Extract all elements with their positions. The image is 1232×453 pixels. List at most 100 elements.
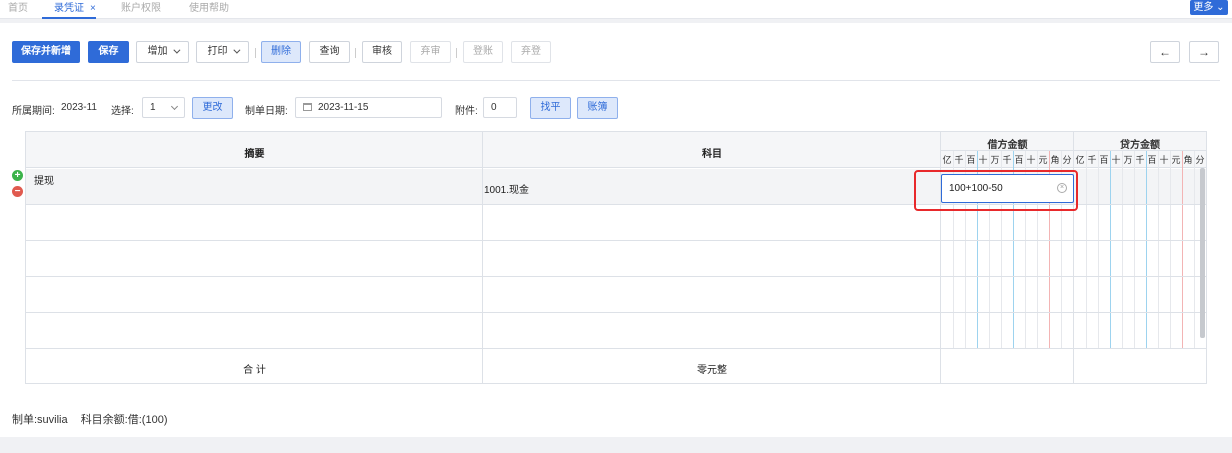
digit-label: 千 xyxy=(1087,155,1097,165)
post-button[interactable]: 登账 xyxy=(463,41,503,63)
digit-divider xyxy=(1134,151,1135,348)
digit-divider xyxy=(1182,151,1183,348)
voucher-footer: 制单:suvilia 科目余额:借:(100) xyxy=(12,411,177,427)
change-button[interactable]: 更改 xyxy=(192,97,233,119)
subject-balance: 科目余额:借:(100) xyxy=(80,414,168,426)
digit-divider xyxy=(1194,151,1195,348)
row-divider xyxy=(26,312,1206,313)
date-label: 制单日期: xyxy=(245,106,288,117)
digit-divider xyxy=(1086,151,1087,348)
query-button[interactable]: 查询 xyxy=(309,41,350,63)
digit-label: 角 xyxy=(1050,155,1060,165)
digit-label: 千 xyxy=(1135,155,1145,165)
digit-label: 千 xyxy=(954,155,964,165)
date-value: 2023-11-15 xyxy=(318,102,369,113)
digit-label: 百 xyxy=(1099,155,1109,165)
tab-help[interactable]: 使用帮助 xyxy=(189,0,229,19)
row-divider xyxy=(26,276,1206,277)
row-divider xyxy=(26,240,1206,241)
select-value: 1 xyxy=(150,102,156,113)
total-label: 合 计 xyxy=(243,365,266,376)
select-label: 选择: xyxy=(111,106,134,117)
audit-button[interactable]: 审核 xyxy=(362,41,402,63)
debit-amount-header: 借方金额 xyxy=(987,140,1028,151)
unpost-button[interactable]: 弃登 xyxy=(511,41,551,63)
digit-label: 十 xyxy=(978,155,988,165)
attachment-count-input[interactable]: 0 xyxy=(483,97,517,118)
digit-divider xyxy=(1146,151,1147,348)
digit-label: 亿 xyxy=(942,155,952,165)
toolbar-separator xyxy=(255,48,256,58)
toolbar-separator xyxy=(456,48,457,58)
tab-bar: 首页 录凭证 × 账户权限 使用帮助 更多 ⌄ xyxy=(0,0,1232,19)
attach-value: 0 xyxy=(491,102,497,113)
digit-label: 角 xyxy=(1183,155,1193,165)
row-subject[interactable]: 1001.现金 xyxy=(483,181,529,196)
digit-label: 元 xyxy=(1038,155,1048,165)
chevron-down-icon xyxy=(172,46,180,54)
tab-label: 账户权限 xyxy=(121,3,161,14)
more-button[interactable]: 更多 ⌄ xyxy=(1190,0,1228,15)
row-summary[interactable]: 提现 xyxy=(34,172,54,187)
digit-label: 分 xyxy=(1062,155,1072,165)
date-picker[interactable]: 2023-11-15 xyxy=(295,97,442,118)
attach-label: 附件: xyxy=(455,106,478,117)
tab-label: 使用帮助 xyxy=(189,3,229,14)
tab-label: 录凭证 xyxy=(54,3,84,14)
ledger-button[interactable]: 账簿 xyxy=(577,97,618,119)
tab-home[interactable]: 首页 xyxy=(8,0,28,19)
toolbar-separator xyxy=(355,48,356,58)
digit-divider xyxy=(1158,151,1159,348)
total-amount-words: 零元整 xyxy=(697,365,727,376)
toolbar-divider xyxy=(12,80,1220,81)
digit-label: 元 xyxy=(1171,155,1181,165)
save-button[interactable]: 保存 xyxy=(88,41,129,63)
voucher-table: 摘要 科目 借方金额 贷方金额 亿 千 百 十 万 千 百 十 元 角 分 亿 … xyxy=(25,131,1207,384)
digit-label: 百 xyxy=(1147,155,1157,165)
bottom-bar xyxy=(0,437,1232,453)
digit-label: 千 xyxy=(1002,155,1012,165)
chevron-down-icon xyxy=(232,46,240,54)
digit-divider xyxy=(1098,151,1099,348)
column-divider xyxy=(482,132,483,383)
print-label: 打印 xyxy=(207,46,228,57)
row-divider xyxy=(26,348,1206,349)
find-balance-button[interactable]: 找平 xyxy=(530,97,571,119)
tab-account-permissions[interactable]: 账户权限 xyxy=(121,0,161,19)
calendar-icon xyxy=(303,103,312,111)
add-dropdown-button[interactable]: 增加 xyxy=(136,41,189,63)
credit-amount-header: 贷方金额 xyxy=(1120,140,1160,151)
print-dropdown-button[interactable]: 打印 xyxy=(196,41,249,63)
unaudit-button[interactable]: 弃审 xyxy=(410,41,451,63)
highlight-box xyxy=(914,170,1078,211)
arrow-right-icon: → xyxy=(1198,45,1210,59)
close-icon[interactable]: × xyxy=(90,3,96,14)
digit-divider xyxy=(1170,151,1171,348)
digit-divider xyxy=(1110,151,1111,348)
tab-label: 首页 xyxy=(8,3,28,14)
digit-label: 分 xyxy=(1195,155,1205,165)
tab-divider xyxy=(0,19,1232,23)
tab-voucher-entry[interactable]: 录凭证 × xyxy=(42,0,96,19)
table-scrollbar[interactable] xyxy=(1200,168,1205,338)
digit-label: 万 xyxy=(1123,155,1133,165)
period-value: 2023-11 xyxy=(61,102,97,113)
digit-label: 百 xyxy=(1014,155,1024,165)
digit-label: 万 xyxy=(990,155,1000,165)
summary-header: 摘要 xyxy=(244,149,265,160)
more-label: 更多 xyxy=(1193,2,1214,13)
maker-info: 制单:suvilia xyxy=(12,414,68,426)
remove-row-icon[interactable]: − xyxy=(12,186,23,197)
add-row-icon[interactable]: + xyxy=(12,170,23,181)
next-voucher-button[interactable]: → xyxy=(1189,41,1219,63)
voucher-number-select[interactable]: 1 xyxy=(142,97,185,118)
arrow-left-icon: ← xyxy=(1159,45,1171,59)
delete-button[interactable]: 删除 xyxy=(261,41,301,63)
add-label: 增加 xyxy=(147,46,168,57)
digit-divider xyxy=(1122,151,1123,348)
prev-voucher-button[interactable]: ← xyxy=(1150,41,1180,63)
subject-header: 科目 xyxy=(702,149,722,160)
save-and-new-button[interactable]: 保存并新增 xyxy=(12,41,80,63)
digit-label: 十 xyxy=(1026,155,1036,165)
digit-label: 十 xyxy=(1111,155,1121,165)
